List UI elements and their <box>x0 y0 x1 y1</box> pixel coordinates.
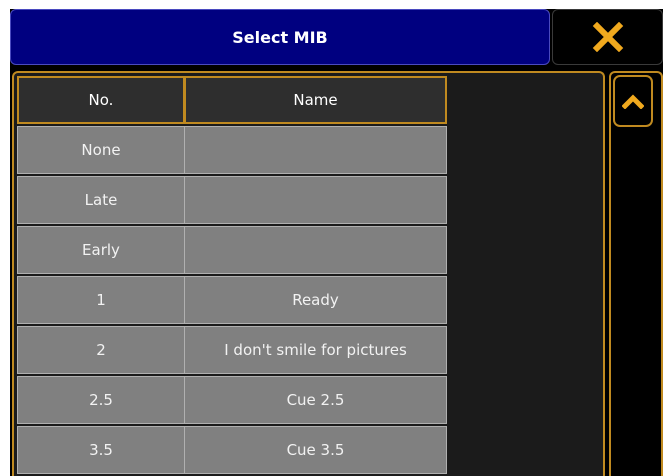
cell-no[interactable]: None <box>17 126 185 174</box>
cell-no[interactable]: 2 <box>17 326 185 374</box>
cell-no[interactable]: Early <box>17 226 185 274</box>
cell-name[interactable] <box>184 176 447 224</box>
cell-name[interactable]: Cue 3.5 <box>184 426 447 474</box>
dialog-title: Select MIB <box>232 27 328 47</box>
column-header-no[interactable]: No. <box>17 76 185 124</box>
cell-no[interactable]: 1 <box>17 276 185 324</box>
cell-name[interactable]: I don't smile for pictures <box>184 326 447 374</box>
cell-no[interactable]: 2.5 <box>17 376 185 424</box>
vertical-scrollbar[interactable] <box>609 71 663 476</box>
cell-name[interactable] <box>184 226 447 274</box>
cell-name[interactable]: Cue 2.5 <box>184 376 447 424</box>
dialog-titlebar: Select MIB <box>10 9 550 65</box>
cell-no[interactable]: 3.5 <box>17 426 185 474</box>
cell-name[interactable] <box>184 126 447 174</box>
cell-no[interactable]: Late <box>17 176 185 224</box>
close-x-icon <box>592 22 623 52</box>
cell-name[interactable]: Ready <box>184 276 447 324</box>
mib-table-area: No. Name None Late Early 1 Ready 2 I don… <box>12 71 605 476</box>
close-button[interactable] <box>552 9 663 65</box>
chevron-up-icon <box>622 94 644 109</box>
select-mib-dialog: Select MIB No. Name None Late Early 1 Re… <box>10 9 663 476</box>
scroll-up-button[interactable] <box>613 75 653 127</box>
column-header-name[interactable]: Name <box>184 76 447 124</box>
